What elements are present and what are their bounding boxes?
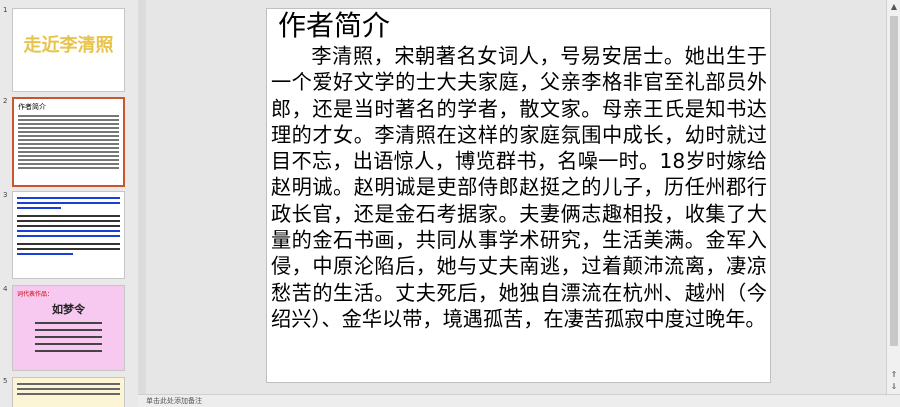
slide-number: 1 (3, 6, 8, 14)
thumbnail-text-line (17, 235, 120, 237)
thumbnail-slot-4[interactable]: 4 词代表作品： 如梦令 (0, 285, 138, 373)
slide-number: 5 (3, 377, 8, 385)
current-slide[interactable]: 作者简介 李清照，宋朝著名女词人，号易安居士。她出生于一个爱好文学的士大夫家庭，… (266, 8, 771, 383)
thumbnail-text-line (18, 163, 119, 165)
thumbnail-text-line (17, 393, 120, 395)
thumbnail-text-line (35, 343, 102, 345)
slide-thumbnail-4[interactable]: 词代表作品： 如梦令 (12, 285, 125, 371)
thumbnail-text-line (17, 243, 120, 245)
thumbnail-text-line (18, 131, 119, 133)
thumbnail-text-line (17, 207, 62, 209)
thumbnail-text-line (18, 167, 119, 169)
thumbnail-slot-3[interactable]: 3 (0, 191, 138, 279)
vertical-scrollbar[interactable]: ▲ ⇑ ⇓ (886, 0, 900, 394)
notes-pane[interactable]: 单击此处添加备注 (138, 394, 900, 407)
thumbnail-text-line (18, 147, 119, 149)
thumbnail-text-line (18, 127, 119, 129)
slide-thumbnail-panel[interactable]: 1 走近李清照 2 作者简介 3 4 词代表作品： 如梦令 5 (0, 0, 139, 407)
thumbnail-text-line (18, 139, 119, 141)
thumbnail-text-line (18, 123, 119, 125)
scroll-up-icon[interactable]: ▲ (889, 2, 899, 12)
thumbnail-text-line (17, 225, 120, 227)
thumbnail-text-line (35, 322, 102, 324)
slide-thumbnail-2[interactable]: 作者简介 (12, 97, 125, 187)
thumbnail-text-line (18, 135, 119, 137)
thumbnail-text-line (18, 159, 119, 161)
previous-slide-icon[interactable]: ⇑ (889, 370, 899, 380)
thumbnail-text-line (35, 329, 102, 331)
thumbnail-text-line (17, 388, 120, 390)
slide-thumbnail-5[interactable] (12, 377, 125, 407)
thumbnail-text-line (17, 253, 73, 255)
notes-placeholder: 单击此处添加备注 (146, 397, 202, 405)
thumbnail-text-line (18, 143, 119, 145)
slide-thumbnail-1[interactable]: 走近李清照 (12, 8, 125, 92)
slide-number: 2 (3, 97, 8, 105)
thumbnail-text-line (18, 151, 119, 153)
thumbnail-title: 走近李清照 (23, 35, 114, 56)
thumbnail-poem-title: 如梦令 (52, 303, 85, 316)
thumbnail-header: 词代表作品： (17, 291, 54, 298)
thumbnail-text-line (17, 383, 120, 385)
thumbnail-text-line (17, 202, 120, 204)
thumbnail-text-line (17, 197, 120, 199)
thumbnail-text-line (35, 350, 102, 352)
slide-number: 3 (3, 191, 8, 199)
slide-thumbnail-3[interactable] (12, 191, 125, 279)
thumbnail-text-line (17, 220, 120, 222)
thumbnail-text-line (18, 115, 119, 117)
next-slide-icon[interactable]: ⇓ (889, 382, 899, 392)
thumbnail-text-line (17, 215, 120, 217)
thumbnail-text-line (17, 248, 120, 250)
thumbnail-slot-2[interactable]: 2 作者简介 (0, 97, 138, 187)
thumbnail-slot-5[interactable]: 5 (0, 377, 138, 407)
slide-body-text[interactable]: 李清照，宋朝著名女词人，号易安居士。她出生于一个爱好文学的士大夫家庭，父亲李格非… (271, 43, 767, 332)
thumbnail-slot-1[interactable]: 1 走近李清照 (0, 6, 138, 94)
thumbnail-title: 作者简介 (18, 103, 46, 111)
panel-splitter[interactable] (138, 0, 146, 394)
scrollbar-thumb[interactable] (890, 16, 898, 346)
slide-title[interactable]: 作者简介 (278, 9, 390, 43)
thumbnail-text-line (35, 336, 102, 338)
thumbnail-text-line (18, 155, 119, 157)
thumbnail-text-line (18, 119, 119, 121)
thumbnail-text-line (17, 230, 120, 232)
slide-number: 4 (3, 285, 8, 293)
slide-editing-area[interactable]: 作者简介 李清照，宋朝著名女词人，号易安居士。她出生于一个爱好文学的士大夫家庭，… (146, 0, 886, 394)
